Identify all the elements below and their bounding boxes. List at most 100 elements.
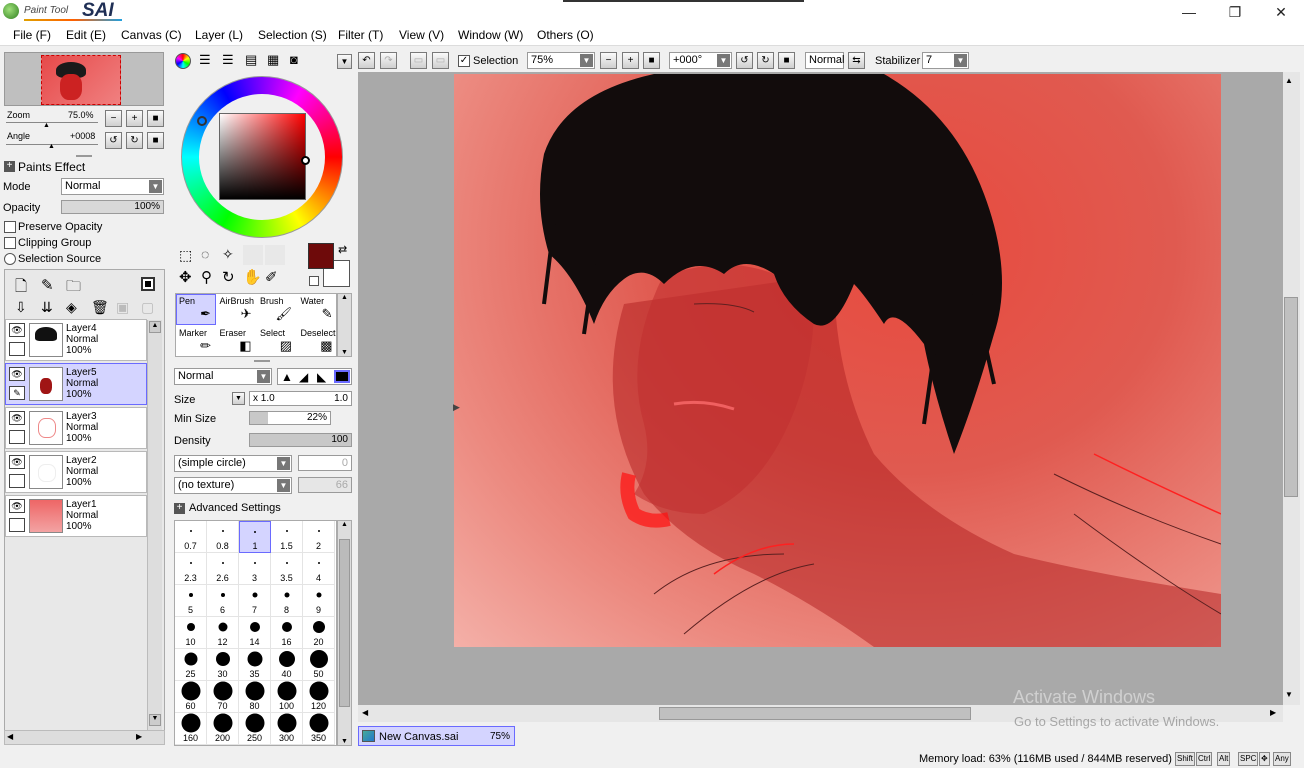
brush-size-preset[interactable]: 1.5: [271, 521, 303, 553]
chevron-down-icon[interactable]: ▼: [580, 54, 593, 67]
magic-wand-icon[interactable]: ✧: [222, 246, 234, 263]
scroll-up-icon[interactable]: ▲: [149, 321, 161, 333]
menu-canvas[interactable]: Canvas (C): [121, 28, 182, 42]
eye-icon[interactable]: 👁: [9, 411, 25, 425]
delete-layer-icon[interactable]: 🗑: [91, 299, 109, 316]
zoom-reset-button[interactable]: ■: [147, 110, 164, 127]
brush-size-preset[interactable]: 50: [303, 649, 335, 681]
scroll-down-icon[interactable]: ▼: [149, 714, 161, 726]
brush-size-preset[interactable]: 14: [239, 617, 271, 649]
selection-checkbox[interactable]: ✓: [458, 55, 470, 67]
scroll-right-icon[interactable]: ▶: [136, 732, 142, 741]
brush-size-preset[interactable]: 40: [271, 649, 303, 681]
menu-edit[interactable]: Edit (E): [66, 28, 106, 42]
close-button[interactable]: ✕: [1258, 2, 1304, 22]
canvas-vscrollbar[interactable]: ▲ ▼: [1283, 72, 1300, 705]
brush-size-preset[interactable]: 3.5: [271, 553, 303, 585]
layer-row[interactable]: 👁 Layer1 Normal 100%: [5, 495, 147, 537]
merge-down-icon[interactable]: ⇊: [41, 299, 53, 316]
tool-eraser[interactable]: Eraser ◧: [217, 326, 257, 357]
shape-medium-icon[interactable]: ◢: [299, 370, 308, 384]
size-scrollbar[interactable]: ▲ ▼: [337, 520, 352, 746]
eye-icon[interactable]: 👁: [9, 455, 25, 469]
chevron-down-icon[interactable]: ▼: [257, 370, 270, 383]
tool-deselect[interactable]: Deselect ▩: [298, 326, 338, 357]
brush-size-preset[interactable]: 6: [207, 585, 239, 617]
brush-size-preset[interactable]: 350: [303, 713, 335, 745]
scroll-up-icon[interactable]: ▲: [338, 521, 351, 528]
maximize-button[interactable]: ❐: [1212, 2, 1258, 22]
shape-soft-icon[interactable]: ◣: [317, 370, 326, 384]
tool-pen[interactable]: Pen ✒: [176, 294, 216, 325]
new-linework-layer-icon[interactable]: ✎: [41, 276, 54, 294]
scroll-right-icon[interactable]: ▶: [1270, 708, 1276, 717]
menu-selection[interactable]: Selection (S): [258, 28, 327, 42]
rgb-slider-tab-icon[interactable]: ☰: [199, 53, 211, 66]
tool-brush[interactable]: Brush 🖌: [257, 294, 297, 325]
expand-icon[interactable]: +: [4, 161, 15, 172]
menu-view[interactable]: View (V): [399, 28, 444, 42]
chevron-down-icon[interactable]: ▼: [954, 54, 967, 67]
zoom-tool-icon[interactable]: ⚲: [201, 268, 212, 286]
redo-button[interactable]: ↷: [380, 52, 397, 69]
layer-scrollbar[interactable]: ▲ ▼: [147, 320, 162, 730]
undo-button[interactable]: ↶: [358, 52, 375, 69]
brush-size-preset[interactable]: 3: [239, 553, 271, 585]
tool-water[interactable]: Water ✎: [298, 294, 338, 325]
marquee-icon[interactable]: ⬚: [179, 247, 192, 264]
clear-layer-icon[interactable]: ◈: [66, 299, 77, 316]
saturation-value-square[interactable]: [219, 113, 310, 200]
rotate-tool-icon[interactable]: ↻: [222, 268, 235, 286]
scroll-up-icon[interactable]: ▲: [1285, 76, 1293, 85]
min-size-slider[interactable]: 22%: [249, 411, 331, 425]
swatches-tab-icon[interactable]: ▤: [245, 53, 257, 66]
brush-size-preset[interactable]: 8: [271, 585, 303, 617]
brush-size-preset[interactable]: 25: [175, 649, 207, 681]
brush-size-preset[interactable]: 100: [271, 681, 303, 713]
clipping-group-checkbox[interactable]: [4, 237, 16, 249]
lock-toggle[interactable]: [9, 518, 25, 532]
brush-size-preset[interactable]: 30: [207, 649, 239, 681]
preserve-opacity-checkbox[interactable]: [4, 221, 16, 233]
brush-size-preset[interactable]: 20: [303, 617, 335, 649]
size-field[interactable]: x 1.0 1.0: [249, 391, 352, 406]
mode-select[interactable]: Normal ▼: [61, 178, 164, 195]
scroll-down-icon[interactable]: ▼: [338, 738, 351, 745]
scroll-down-icon[interactable]: ▼: [338, 349, 351, 356]
brush-size-preset[interactable]: 300: [271, 713, 303, 745]
transparent-color-icon[interactable]: [309, 276, 319, 286]
minimize-button[interactable]: —: [1166, 2, 1212, 22]
brush-texture-select[interactable]: (no texture) ▼: [174, 477, 292, 494]
navigator-view-rect[interactable]: [41, 55, 121, 105]
tool-airbrush[interactable]: AirBrush ✈: [217, 294, 257, 325]
lock-brush-icon[interactable]: ✎: [9, 386, 25, 400]
layer-row[interactable]: 👁 ✎ Layer5 Normal 100%: [5, 363, 147, 405]
flip-view-button[interactable]: ⇆: [848, 52, 865, 69]
tool-marker[interactable]: Marker ✏: [176, 326, 216, 357]
density-slider[interactable]: 100: [249, 433, 352, 447]
advanced-settings-label[interactable]: Advanced Settings: [189, 502, 281, 514]
brush-blend-select[interactable]: Normal ▼: [174, 368, 272, 385]
layer-row[interactable]: 👁 Layer2 Normal 100%: [5, 451, 147, 493]
brush-size-preset[interactable]: 2.3: [175, 553, 207, 585]
brush-size-preset[interactable]: 9: [303, 585, 335, 617]
brush-size-preset[interactable]: 200: [207, 713, 239, 745]
brush-size-preset[interactable]: 5: [175, 585, 207, 617]
sv-marker[interactable]: [301, 156, 310, 165]
size-range-button[interactable]: ▼: [232, 392, 245, 405]
eye-icon[interactable]: 👁: [9, 323, 25, 337]
rotate-reset-button[interactable]: ■: [147, 132, 164, 149]
brush-size-preset[interactable]: 60: [175, 681, 207, 713]
menu-others[interactable]: Others (O): [537, 28, 594, 42]
expand-icon[interactable]: +: [174, 503, 185, 514]
menu-filter[interactable]: Filter (T): [338, 28, 383, 42]
swap-colors-icon[interactable]: ⇄: [338, 243, 347, 256]
apply-mask-icon[interactable]: ▣: [116, 299, 129, 316]
move-icon[interactable]: ✥: [179, 268, 192, 286]
hand-icon[interactable]: ✋: [243, 268, 262, 286]
brush-size-preset[interactable]: 250: [239, 713, 271, 745]
canvas-area[interactable]: ▶ Activate Windows: [358, 72, 1283, 707]
chevron-down-icon[interactable]: ▼: [149, 180, 162, 193]
eye-icon[interactable]: 👁: [9, 499, 25, 513]
scroll-left-icon[interactable]: ◀: [362, 708, 368, 717]
